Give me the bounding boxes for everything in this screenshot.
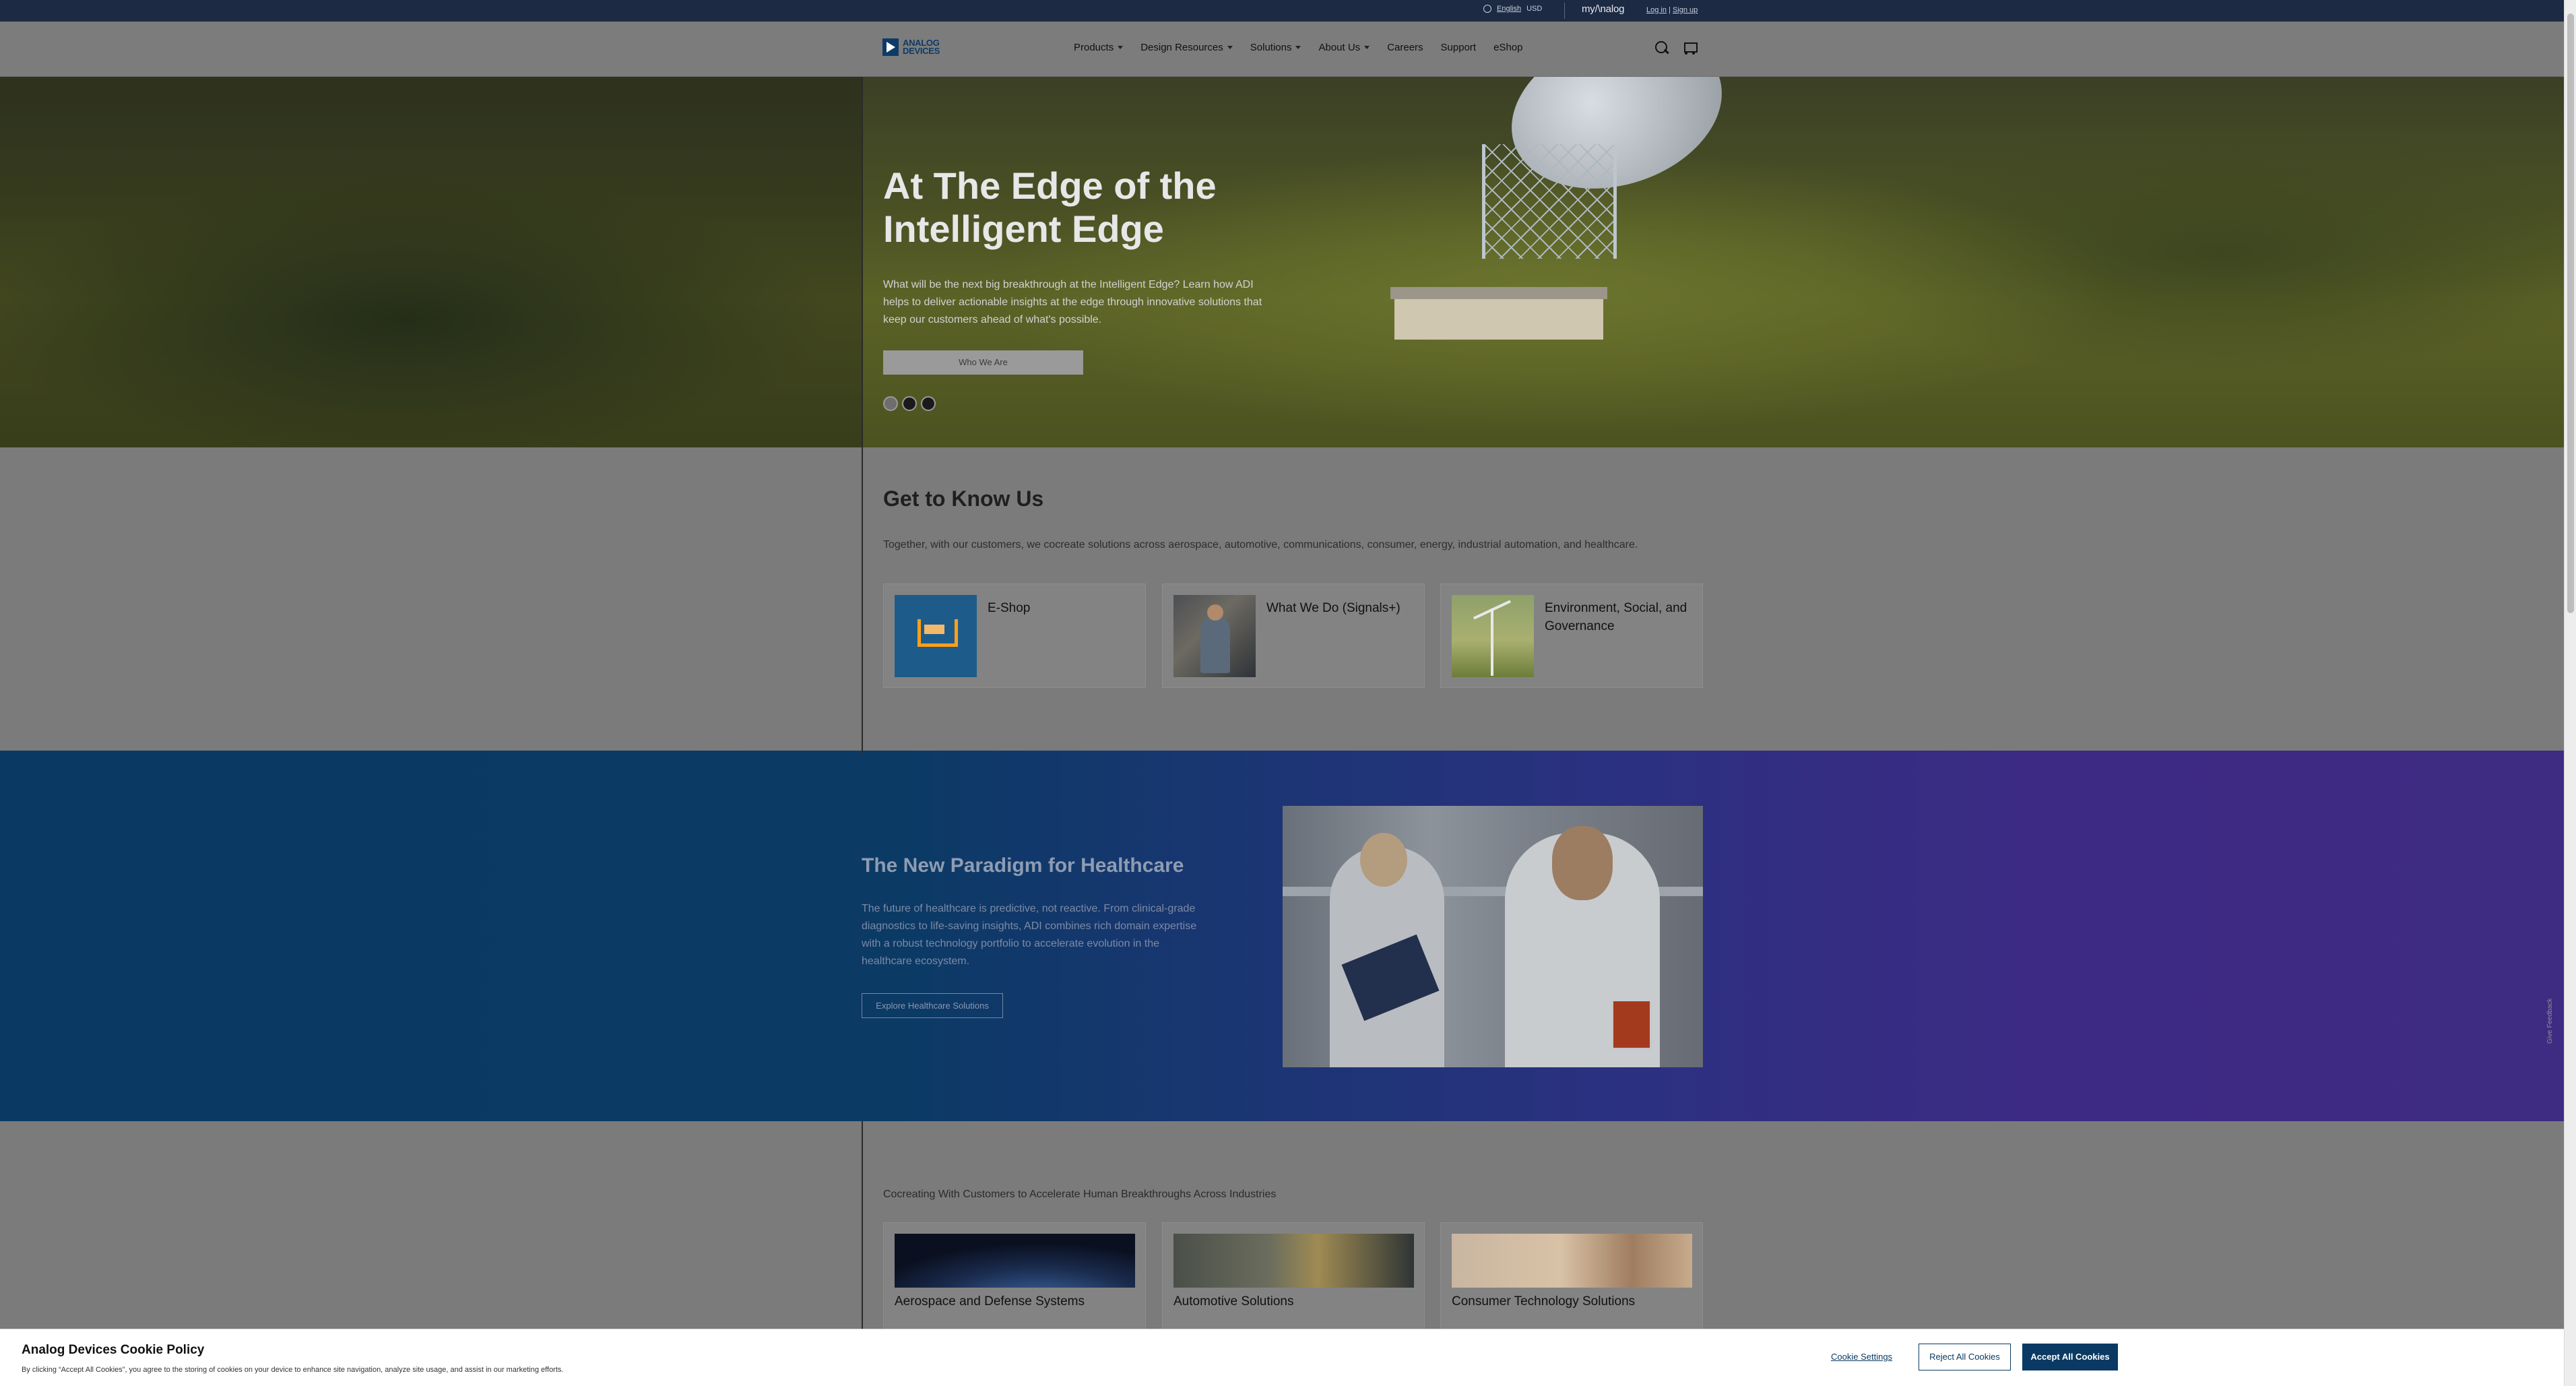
globe-icon xyxy=(1483,5,1491,13)
card-title: E-Shop xyxy=(988,601,1031,615)
utility-bar: English USD my/\nalog Log in | Sign up xyxy=(0,0,2564,22)
nav-icons xyxy=(1654,40,1698,55)
section-title: Get to Know Us xyxy=(883,486,1044,511)
reject-cookies-button[interactable]: Reject All Cookies xyxy=(1919,1344,2011,1371)
card-title: Automotive Solutions xyxy=(1173,1294,1294,1309)
nav-links: Products Design Resources Solutions Abou… xyxy=(1074,42,1522,53)
chevron-down-icon xyxy=(1364,46,1370,49)
auth-links: Log in | Sign up xyxy=(1646,6,1698,14)
nav-item-support[interactable]: Support xyxy=(1441,42,1477,53)
lab-scientists-image xyxy=(1283,806,1703,1067)
nav-item-eshop[interactable]: eShop xyxy=(1493,42,1522,53)
get-to-know-us-section: Get to Know Us Together, with our custom… xyxy=(0,447,2564,751)
nav-item-design-resources[interactable]: Design Resources xyxy=(1140,42,1233,53)
nav-item-solutions[interactable]: Solutions xyxy=(1250,42,1301,53)
hero-description: What will be the next big breakthrough a… xyxy=(883,279,1262,325)
accept-cookies-button[interactable]: Accept All Cookies xyxy=(2022,1344,2118,1371)
carousel-dot-2[interactable] xyxy=(902,396,917,411)
hero-banner: At The Edge of the Intelligent Edge What… xyxy=(0,77,2564,447)
nav-item-label: Solutions xyxy=(1250,42,1292,53)
language-label[interactable]: English xyxy=(1497,5,1521,13)
scrollbar-thumb[interactable] xyxy=(2567,13,2574,613)
card-what-we-do[interactable]: What We Do (Signals+) xyxy=(1162,584,1425,688)
building-image xyxy=(1390,287,1607,340)
language-selector[interactable]: English USD xyxy=(1483,5,1542,13)
signup-link[interactable]: Sign up xyxy=(1673,6,1698,14)
who-we-are-button[interactable]: Who We Are xyxy=(883,350,1083,375)
give-feedback-tab[interactable]: Give Feedback xyxy=(2546,984,2557,1058)
page-scrollbar[interactable] xyxy=(2564,0,2576,1386)
card-title: Consumer Technology Solutions xyxy=(1452,1294,1636,1309)
cookie-settings-link[interactable]: Cookie Settings xyxy=(1831,1352,1892,1362)
card-title: What We Do (Signals+) xyxy=(1266,601,1400,615)
nav-item-label: Products xyxy=(1074,42,1114,53)
nav-item-label: eShop xyxy=(1493,42,1523,53)
search-icon[interactable] xyxy=(1654,40,1669,55)
healthcare-description: The future of healthcare is predictive, … xyxy=(862,903,1197,967)
carousel-dot-1[interactable] xyxy=(883,396,898,411)
consumer-person-image xyxy=(1452,1234,1692,1288)
layout-divider xyxy=(862,447,863,751)
ev-charging-image xyxy=(1173,1234,1414,1288)
chevron-down-icon xyxy=(1295,46,1301,49)
logo-text: ANALOG DEVICES xyxy=(903,38,940,56)
cookie-text: By clicking “Accept All Cookies”, you ag… xyxy=(22,1366,564,1374)
nav-item-label: Design Resources xyxy=(1140,42,1223,53)
engineer-image xyxy=(1173,595,1256,677)
card-title: Aerospace and Defense Systems xyxy=(895,1294,1085,1309)
satellite-earth-image xyxy=(895,1234,1135,1288)
explore-healthcare-button[interactable]: Explore Healthcare Solutions xyxy=(862,993,1003,1018)
nav-item-label: About Us xyxy=(1318,42,1361,53)
industries-intro: Cocreating With Customers to Accelerate … xyxy=(883,1189,1277,1200)
nav-item-label: Careers xyxy=(1387,42,1423,53)
radio-telescope-image xyxy=(1469,77,1743,259)
carousel-dot-3[interactable] xyxy=(921,396,936,411)
card-title: Environment, Social, and Governance xyxy=(1545,601,1687,633)
nav-item-careers[interactable]: Careers xyxy=(1387,42,1423,53)
nav-item-products[interactable]: Products xyxy=(1074,42,1124,53)
nav-item-about-us[interactable]: About Us xyxy=(1318,42,1370,53)
healthcare-title: The New Paradigm for Healthcare xyxy=(862,854,1184,877)
logo-mark-icon xyxy=(882,38,899,56)
healthcare-section: The New Paradigm for Healthcare The futu… xyxy=(0,751,2564,1121)
cart-icon[interactable] xyxy=(1681,40,1698,55)
cookie-title: Analog Devices Cookie Policy xyxy=(22,1343,205,1357)
layout-divider xyxy=(862,77,863,447)
main-navbar: ANALOG DEVICES Products Design Resources… xyxy=(0,22,2564,77)
currency-label: USD xyxy=(1526,5,1543,13)
analog-devices-logo[interactable]: ANALOG DEVICES xyxy=(882,38,963,56)
chevron-down-icon xyxy=(1118,46,1124,49)
carousel-dots xyxy=(883,396,936,411)
hero-title: At The Edge of the Intelligent Edge xyxy=(883,164,1217,250)
chevron-down-icon xyxy=(1227,46,1233,49)
login-link[interactable]: Log in xyxy=(1646,6,1667,14)
wind-turbine-image xyxy=(1452,595,1534,677)
eshop-cart-image xyxy=(895,595,977,677)
utility-divider xyxy=(1564,3,1565,19)
card-esg[interactable]: Environment, Social, and Governance xyxy=(1440,584,1703,688)
nav-item-label: Support xyxy=(1440,42,1477,53)
section-description: Together, with our customers, we cocreat… xyxy=(883,539,1638,550)
auth-separator: | xyxy=(1669,6,1671,14)
cookie-banner: Analog Devices Cookie Policy By clicking… xyxy=(0,1329,2564,1386)
myanalog-logo[interactable]: my/\nalog xyxy=(1582,3,1624,15)
card-eshop[interactable]: E-Shop xyxy=(883,584,1146,688)
